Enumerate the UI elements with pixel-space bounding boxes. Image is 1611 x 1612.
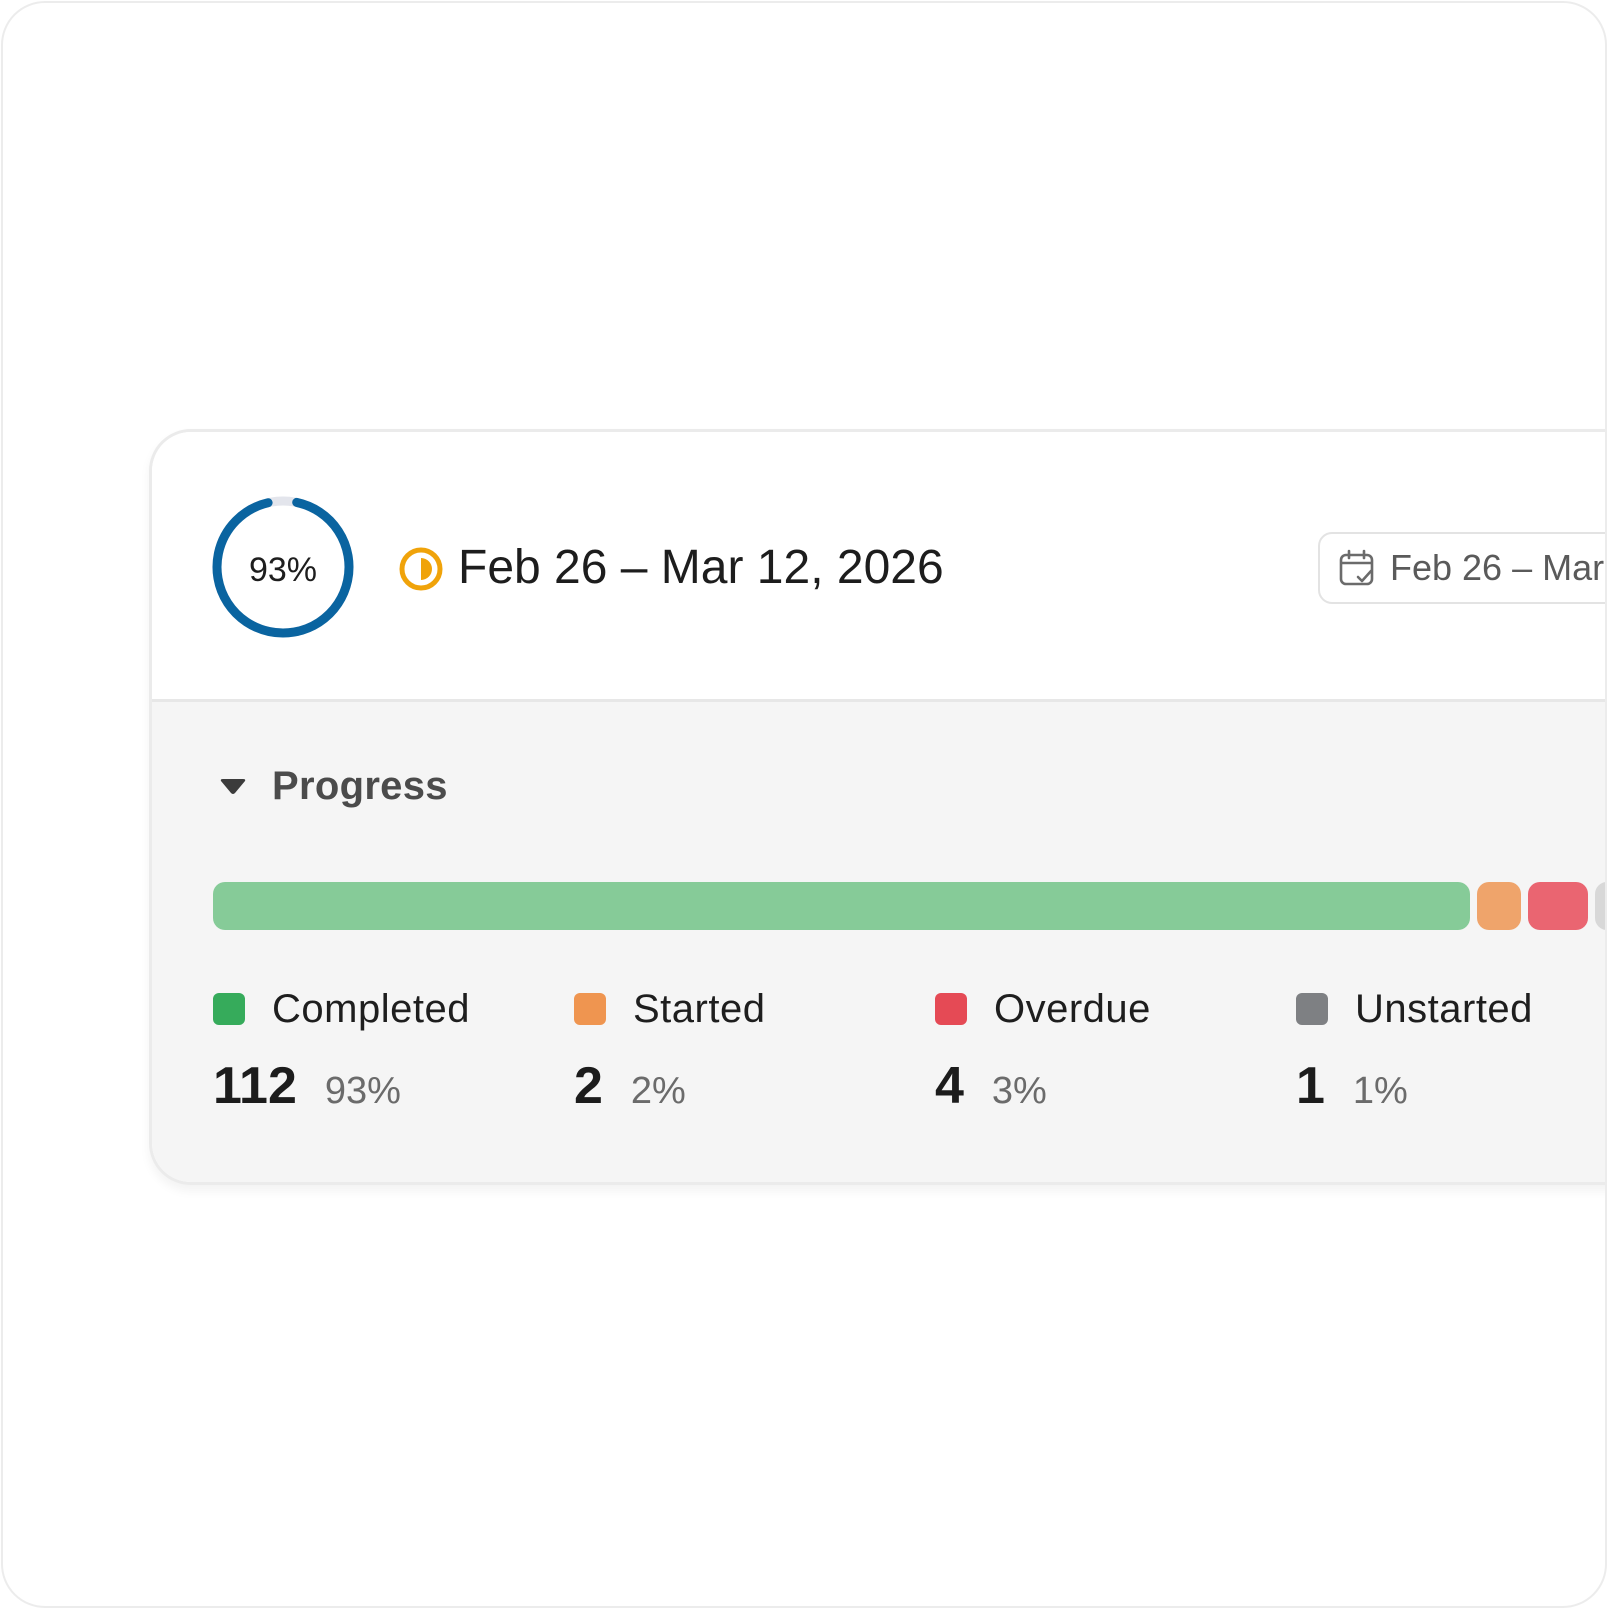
legend-label: Started [633, 986, 766, 1031]
legend-label: Completed [272, 986, 470, 1031]
legend-item-unstarted: Unstarted 1 1% [1296, 984, 1605, 1116]
progress-segment-unstarted [1595, 882, 1605, 930]
progress-section: Progress Completed 112 93% Started 2 2% … [152, 702, 1605, 1182]
legend-label: Unstarted [1355, 986, 1533, 1031]
legend-percent: 93% [324, 1070, 401, 1112]
progress-segment-overdue [1528, 882, 1588, 930]
progress-segment-started [1477, 882, 1521, 930]
legend-item-completed: Completed 112 93% [213, 984, 553, 1116]
legend-swatch [574, 993, 606, 1025]
progress-section-toggle[interactable]: Progress [218, 764, 448, 809]
progress-ring: 93% [208, 492, 358, 642]
card-header: 93% Feb 26 – Mar 12, 2026 Feb 26 – Mar [152, 432, 1605, 702]
legend-swatch [213, 993, 245, 1025]
legend-percent: 1% [1352, 1070, 1408, 1112]
date-range-button[interactable]: Feb 26 – Mar [1318, 532, 1605, 604]
legend-count: 1 [1296, 1057, 1325, 1115]
legend-percent: 3% [991, 1070, 1047, 1112]
caret-down-icon [218, 776, 248, 798]
legend-item-started: Started 2 2% [574, 984, 914, 1116]
legend-count: 2 [574, 1057, 603, 1115]
half-circle-status-icon [398, 546, 444, 592]
legend-count: 112 [213, 1057, 297, 1115]
progress-bar [213, 882, 1605, 930]
date-range-button-label: Feb 26 – Mar [1390, 547, 1605, 588]
progress-segment-completed [213, 882, 1470, 930]
legend-swatch [935, 993, 967, 1025]
cycle-title: Feb 26 – Mar 12, 2026 [458, 541, 944, 594]
legend-label: Overdue [994, 986, 1151, 1031]
progress-ring-label: 93% [248, 550, 318, 589]
cycle-card: 93% Feb 26 – Mar 12, 2026 Feb 26 – Mar P… [149, 429, 1605, 1185]
legend-count: 4 [935, 1057, 964, 1115]
progress-section-label: Progress [272, 764, 448, 808]
screenshot-frame: 93% Feb 26 – Mar 12, 2026 Feb 26 – Mar P… [1, 1, 1607, 1608]
legend-swatch [1296, 993, 1328, 1025]
legend-percent: 2% [630, 1070, 686, 1112]
legend-item-overdue: Overdue 4 3% [935, 984, 1275, 1116]
calendar-check-icon [1338, 549, 1376, 587]
